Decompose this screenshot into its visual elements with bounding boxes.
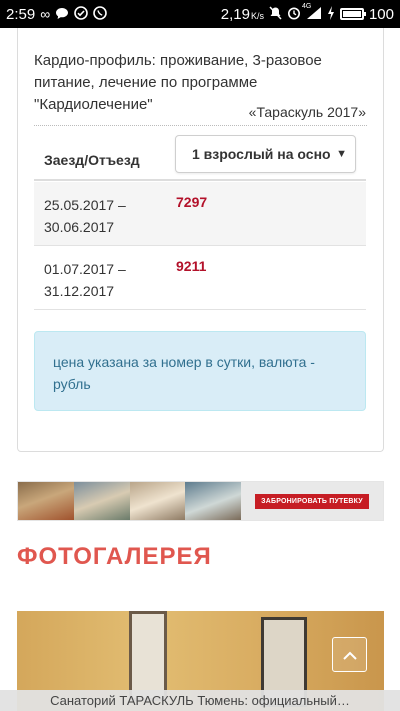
network-speed-value: 2,19 [220,5,250,23]
chevron-up-icon [342,647,357,663]
check-circle-icon [74,6,88,22]
row-dates: 25.05.2017 – 30.06.2017 [44,197,126,235]
network-speed: 2,19K/s [221,6,264,23]
battery-level-fill [342,11,361,17]
charging-icon [327,6,335,22]
battery-icon [339,8,366,20]
row-price: 9211 [176,258,207,274]
banner-cta-area: ЗАБРОНИРОВАТЬ ПУТЕВКУ [241,482,383,520]
status-time: 2:59 [6,5,36,23]
row-price: 7297 [176,194,208,210]
row-dates: 01.07.2017 – 31.12.2017 [44,261,126,299]
battery-percent: 100 [368,5,394,23]
page-title-bar: Санаторий ТАРАСКУЛЬ Тюмень: официальный… [0,690,400,711]
infinity-icon: ∞ [40,6,51,22]
table-row: 25.05.2017 – 30.06.2017 7297 [34,182,366,246]
viber-icon [93,6,107,22]
status-bar-left: 2:59 ∞ [6,6,107,23]
price-note: цена указана за номер в сутки, валюта - … [34,331,366,411]
banner-photo-suite [129,482,186,520]
banner-photo-bedroom [18,482,74,520]
dates-column-header: Заезд/Отъезд [44,152,140,168]
gallery-title: ФОТОГАЛЕРЕЯ [17,543,212,570]
dotted-divider [34,125,367,126]
occupancy-select[interactable]: 1 взрослый на осно ▼ [175,135,356,173]
network-speed-unit: K/s [250,10,264,21]
chevron-down-icon: ▼ [332,148,347,160]
chat-bubble-icon [55,7,69,22]
book-trip-button[interactable]: ЗАБРОНИРОВАТЬ ПУТЕВКУ [255,493,369,509]
alarm-icon [287,6,301,22]
price-table-header: Заезд/Отъезд 1 взрослый на осно ▼ [34,135,366,181]
banner-photo-room [73,482,130,520]
signal-icon: 4G [302,3,322,22]
year-tag: «Тараскуль 2017» [248,104,366,120]
table-row: 01.07.2017 – 31.12.2017 9211 [34,246,366,310]
banner-photos [18,482,241,520]
status-bar: 2:59 ∞ 2,19K/s 4G 100 [0,0,400,28]
banner-photo-hall [185,482,241,520]
booking-banner[interactable]: ЗАБРОНИРОВАТЬ ПУТЕВКУ [17,481,384,521]
picture-frame [129,611,167,701]
scroll-top-button[interactable] [332,637,367,672]
status-bar-right: 2,19K/s 4G 100 [221,3,394,23]
network-type: 4G [301,3,312,10]
price-card: Кардио-профиль: проживание, 3-разовое пи… [17,28,384,452]
occupancy-select-value: 1 взрослый на осно [192,146,331,162]
mute-icon [269,6,282,22]
